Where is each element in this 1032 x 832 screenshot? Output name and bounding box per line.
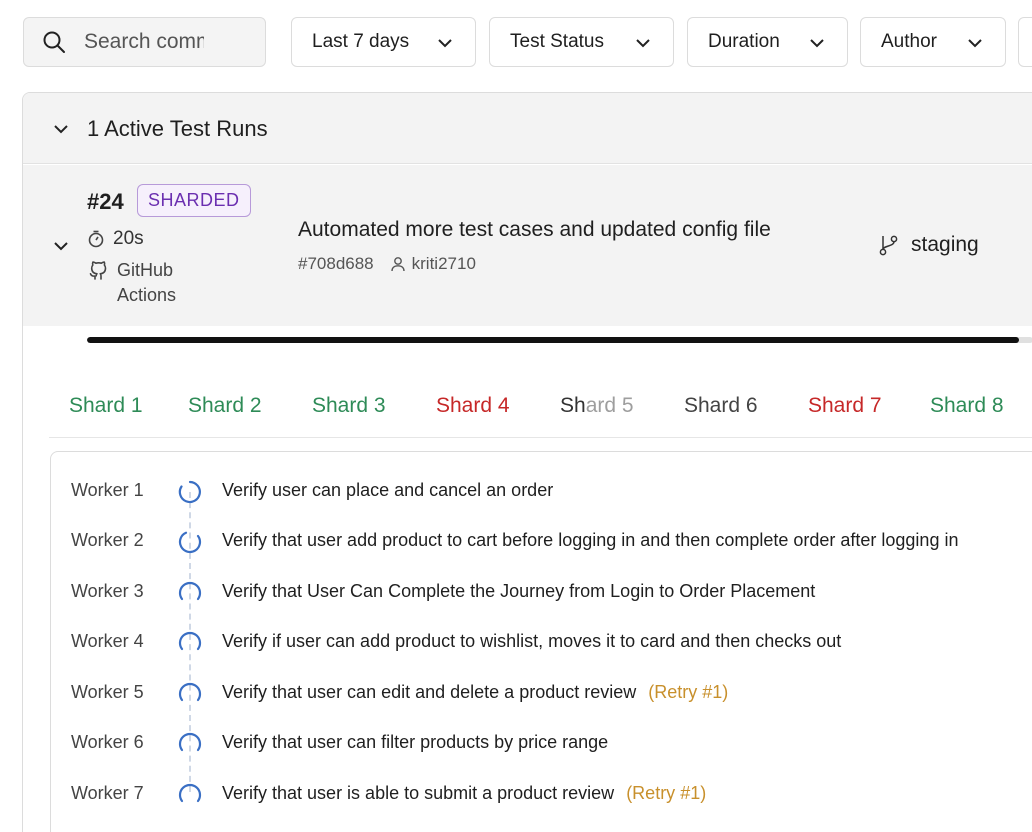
test-run-row[interactable]: #24 SHARDED 20s GitHub Actions Automated… [23,165,1032,326]
worker-row[interactable]: Worker 3 Verify that User Can Complete t… [51,578,1032,608]
worker-test-title: Verify that user can edit and delete a p… [222,682,729,702]
worker-test-title: Verify user can place and cancel an orde… [222,480,554,500]
active-runs-title: 1 Active Test Runs [87,116,268,141]
loading-spinner-icon [178,732,202,752]
shard-tabs: Shard 1 Shard 2 Shard 3 Shard 4 Shard 5 … [49,383,1032,438]
filter-bar: Last 7 days Test Status Duration Author [0,0,1032,84]
author-label: Author [881,31,937,52]
author-dropdown[interactable]: Author [860,17,1006,67]
commit-title[interactable]: Automated more test cases and updated co… [298,218,771,242]
workers-list: Worker 1 Verify user can place and cance… [50,451,1032,832]
run-number[interactable]: #24 [87,189,124,215]
worker-row[interactable]: Worker 6 Verify that user can filter pro… [51,729,1032,759]
search-icon [43,31,65,53]
commit-meta: #708d688 kriti2710 [298,254,476,274]
active-runs-panel: 1 Active Test Runs #24 SHARDED 20s GitHu… [22,92,1032,832]
worker-name: Worker 1 [71,480,144,500]
active-runs-header[interactable]: 1 Active Test Runs [23,93,1032,164]
tab-shard-8[interactable]: Shard 8 [930,394,1004,418]
worker-test-title: Verify that User Can Complete the Journe… [222,581,816,601]
more-filters-dropdown[interactable] [1018,17,1032,67]
tab-shard-3[interactable]: Shard 3 [312,394,386,418]
branch[interactable]: staging [879,233,979,257]
chevron-down-icon[interactable] [53,121,69,137]
worker-row[interactable]: Worker 7 Verify that user is able to sub… [51,780,1032,810]
worker-test-title: Verify if user can add product to wishli… [222,631,842,651]
loading-spinner-icon [178,581,202,601]
date-range-dropdown[interactable]: Last 7 days [291,17,476,67]
retry-label: (Retry #1) [626,783,707,803]
chevron-down-icon [636,39,650,48]
loading-spinner-icon [178,783,202,803]
worker-row[interactable]: Worker 4 Verify if user can add product … [51,628,1032,658]
worker-name: Worker 6 [71,732,144,752]
run-duration: 20s [87,228,144,250]
loading-spinner-icon [178,531,202,553]
worker-test-title: Verify that user add product to cart bef… [222,530,959,550]
worker-name: Worker 3 [71,581,144,601]
tab-shard-7[interactable]: Shard 7 [808,394,882,418]
run-progress-fill [87,337,1019,343]
worker-name: Worker 5 [71,682,144,702]
branch-name: staging [911,233,979,256]
commit-hash[interactable]: #708d688 [298,254,374,274]
tab-shard-1[interactable]: Shard 1 [69,394,143,418]
tab-shard-6[interactable]: Shard 6 [684,394,758,418]
search-input[interactable] [84,30,204,54]
stopwatch-icon [88,230,104,248]
search-box[interactable] [23,17,266,67]
duration-label: Duration [708,31,780,52]
github-icon [89,261,107,280]
loading-spinner-icon [178,480,201,504]
chevron-down-icon [438,39,452,48]
test-status-label: Test Status [510,31,604,52]
run-progress-bar [87,337,1032,343]
retry-label: (Retry #1) [648,682,729,702]
loading-spinner-icon [178,631,202,651]
ci-provider-label: GitHub Actions [117,260,177,305]
worker-row[interactable]: Worker 5 Verify that user can edit and d… [51,679,1032,709]
worker-row[interactable]: Worker 1 Verify user can place and cance… [51,477,1032,507]
worker-name: Worker 4 [71,631,144,651]
duration-value: 20s [113,228,144,249]
user-icon [390,257,405,272]
chevron-down-icon[interactable] [53,238,69,254]
chevron-down-icon [810,39,824,48]
worker-row[interactable]: Worker 2 Verify that user add product to… [51,527,1032,557]
git-branch-icon [879,235,898,256]
test-status-dropdown[interactable]: Test Status [489,17,674,67]
sharded-badge: SHARDED [137,184,251,217]
date-range-label: Last 7 days [312,31,410,52]
commit-author: kriti2710 [390,254,476,274]
worker-test-title: Verify that user can filter products by … [222,732,609,752]
author-name: kriti2710 [411,254,476,273]
loading-spinner-icon [178,682,202,702]
ci-provider: GitHub Actions [87,258,197,308]
tab-shard-5[interactable]: Shard 5 [560,394,634,418]
duration-dropdown[interactable]: Duration [687,17,848,67]
worker-name: Worker 7 [71,783,144,803]
tab-shard-2[interactable]: Shard 2 [188,394,262,418]
worker-name: Worker 2 [71,530,144,550]
worker-test-title: Verify that user is able to submit a pro… [222,783,707,803]
chevron-down-icon [968,39,982,48]
tab-shard-4[interactable]: Shard 4 [436,394,510,418]
